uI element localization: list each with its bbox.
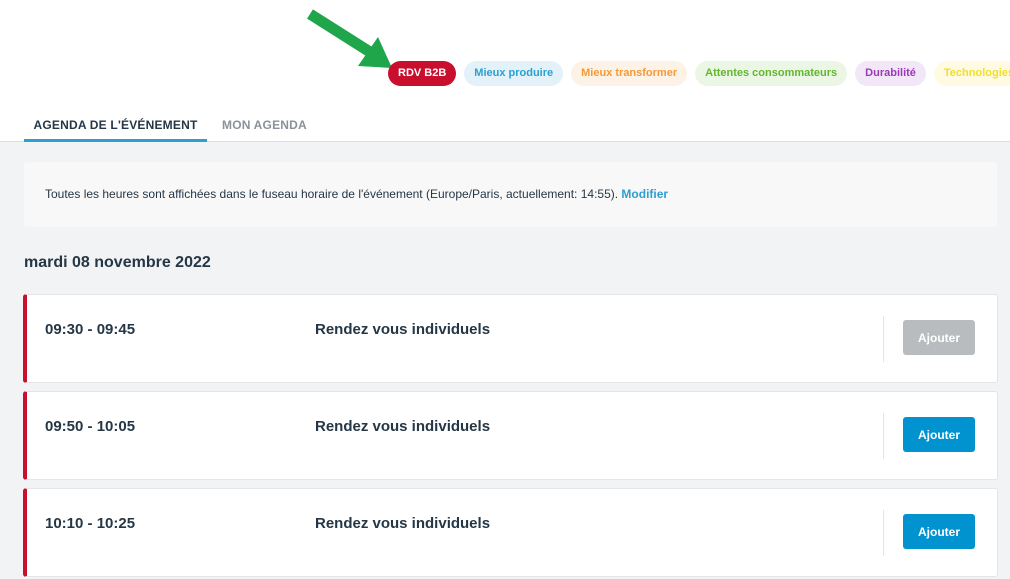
annotation-arrow-icon: [307, 9, 392, 68]
session-title: Rendez vous individuels: [315, 418, 491, 435]
tag-rdv-b2b[interactable]: RDV B2B: [388, 61, 457, 86]
tag-mieux-transformer[interactable]: Mieux transformer: [571, 61, 688, 86]
timezone-notice: Toutes les heures sont affichées dans le…: [24, 162, 997, 227]
tag-durabilite[interactable]: Durabilité: [855, 61, 926, 86]
tag-filter-bar: RDV B2B Mieux produire Mieux transformer…: [388, 61, 1010, 86]
agenda-tabs: AGENDA DE L'ÉVÉNEMENT MON AGENDA: [0, 108, 1010, 142]
agenda-content: Toutes les heures sont affichées dans le…: [0, 142, 1010, 579]
session-title: Rendez vous individuels: [315, 515, 491, 532]
session-title: Rendez vous individuels: [315, 321, 491, 338]
tab-agenda-evenement[interactable]: AGENDA DE L'ÉVÉNEMENT: [24, 108, 207, 142]
session-time: 09:30 - 09:45: [45, 321, 136, 338]
add-session-button[interactable]: Ajouter: [903, 417, 975, 452]
tag-mieux-produire[interactable]: Mieux produire: [464, 61, 564, 86]
session-divider: [883, 510, 884, 556]
session-divider: [883, 413, 884, 459]
tag-attentes-consommateurs[interactable]: Attentes consommateurs: [695, 61, 848, 86]
session-card: 10:10 - 10:25 Rendez vous individuels Aj…: [23, 488, 998, 577]
session-time: 09:50 - 10:05: [45, 418, 136, 435]
tag-technologies[interactable]: Technologies: [933, 61, 1010, 86]
session-card: 09:50 - 10:05 Rendez vous individuels Aj…: [23, 391, 998, 480]
modify-timezone-link[interactable]: Modifier: [621, 187, 668, 201]
add-session-button[interactable]: Ajouter: [903, 320, 975, 355]
timezone-text: Toutes les heures sont affichées dans le…: [45, 187, 622, 201]
session-card: 09:30 - 09:45 Rendez vous individuels Aj…: [23, 294, 998, 383]
add-session-button[interactable]: Ajouter: [903, 514, 975, 549]
session-time: 10:10 - 10:25: [45, 515, 136, 532]
session-divider: [883, 316, 884, 362]
date-heading: mardi 08 novembre 2022: [24, 254, 211, 271]
tab-mon-agenda[interactable]: MON AGENDA: [222, 108, 307, 142]
